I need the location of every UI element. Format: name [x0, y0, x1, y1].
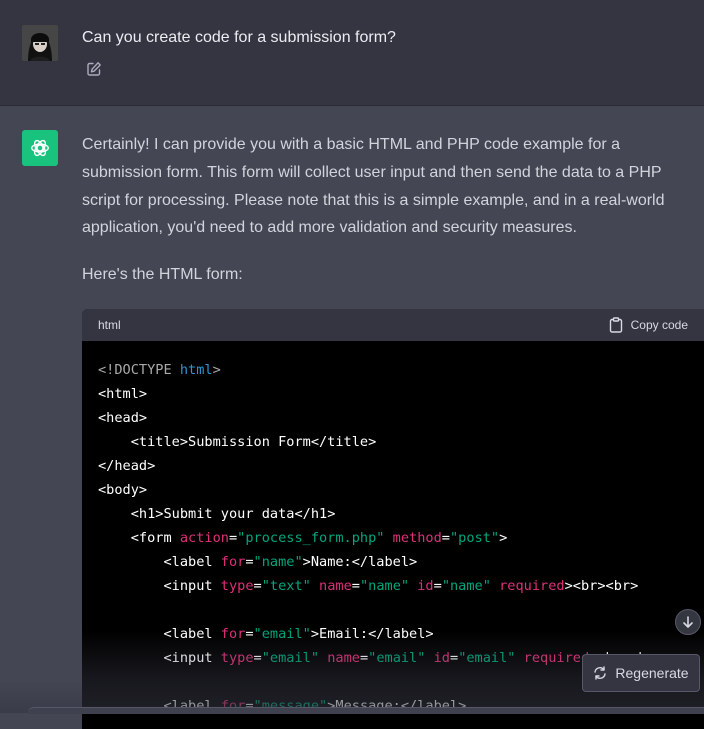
code-line: <h1>Submit your data</h1>: [130, 506, 336, 522]
code-header: html Copy code: [82, 309, 704, 341]
arrow-down-icon: [683, 616, 693, 628]
code-line: <!DOCTYPE html>: [98, 362, 221, 378]
code-line: <input type="text" name="name" id="name"…: [163, 578, 639, 594]
code-line: <title>Submission Form</title>: [130, 434, 377, 450]
clipboard-icon: [609, 317, 622, 333]
copy-code-button[interactable]: Copy code: [609, 317, 688, 333]
assistant-avatar: [22, 130, 58, 166]
refresh-icon: [594, 666, 607, 680]
code-line: <label for="email">Email:</label>: [163, 626, 434, 642]
code-line: <head>: [98, 410, 148, 426]
assistant-message-text: Certainly! I can provide you with a basi…: [82, 131, 697, 308]
code-line: <html>: [98, 386, 148, 402]
regenerate-button[interactable]: Regenerate: [582, 654, 700, 692]
scroll-to-bottom-button[interactable]: [675, 609, 701, 635]
code-line: <form action="process_form.php" method="…: [130, 530, 508, 546]
answer-paragraph: Here's the HTML form:: [82, 266, 243, 284]
user-avatar: [22, 25, 58, 61]
assistant-message-row: Certainly! I can provide you with a basi…: [0, 106, 704, 729]
openai-logo-icon: [31, 139, 49, 157]
code-line: <label for="message">Message:</label>: [163, 698, 467, 714]
answer-paragraph: Certainly! I can provide you with a basi…: [82, 136, 665, 237]
copy-code-label: Copy code: [630, 318, 688, 332]
code-line: <label for="name">Name:</label>: [163, 554, 418, 570]
user-message-row: Can you create code for a submission for…: [0, 0, 704, 106]
code-line: <body>: [98, 482, 148, 498]
user-message-text: Can you create code for a submission for…: [82, 29, 396, 46]
edit-icon[interactable]: [86, 61, 102, 77]
regenerate-label: Regenerate: [615, 665, 689, 681]
code-line: </head>: [98, 458, 156, 474]
code-language-label: html: [98, 318, 121, 332]
